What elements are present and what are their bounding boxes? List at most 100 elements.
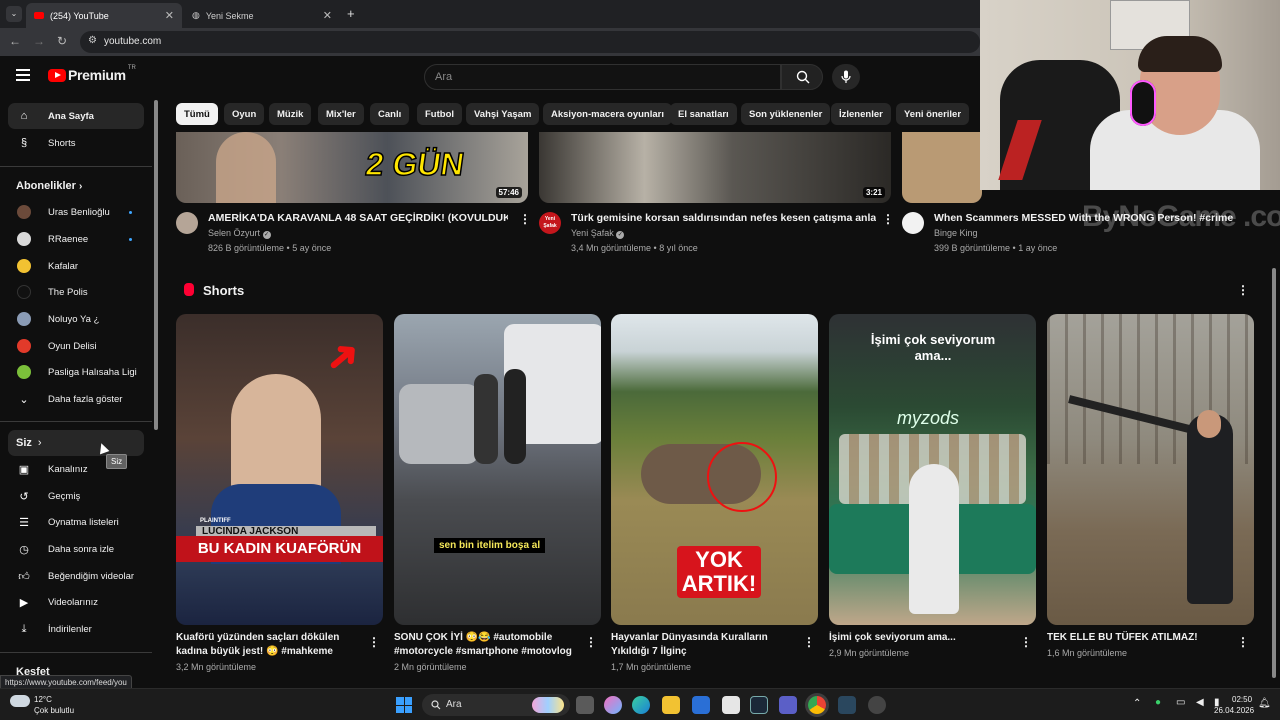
sidebar-item-subscription[interactable]: RRaenee — [8, 226, 144, 252]
video-thumbnail[interactable] — [902, 132, 982, 203]
channel-avatar[interactable] — [176, 212, 198, 234]
new-tab-button[interactable]: + — [347, 6, 355, 21]
more-options-icon[interactable]: ⋮ — [882, 213, 894, 225]
more-options-icon[interactable]: ⋮ — [1020, 636, 1032, 648]
sidebar-item-subscription[interactable]: Kafalar — [8, 253, 144, 279]
edge-icon[interactable] — [632, 696, 650, 714]
clock-date[interactable]: 26.04.2026 — [1214, 706, 1254, 715]
short-thumbnail[interactable]: ➜ PLAINTIFF LUCINDA JACKSON BU KADIN KUA… — [176, 314, 383, 625]
sidebar-item-liked-videos[interactable]: 👍︎ Beğendiğim videolar — [8, 563, 144, 589]
video-title[interactable]: AMERİKA'DA KARAVANLA 48 SAAT GEÇİRDİK! (… — [208, 212, 508, 224]
sidebar-item-shorts[interactable]: § Shorts — [8, 130, 144, 156]
sidebar-item-subscription[interactable]: Noluyo Ya ¿ — [8, 306, 144, 332]
store-icon[interactable] — [722, 696, 740, 714]
chip-wildlife[interactable]: Vahşi Yaşam — [466, 103, 540, 125]
notification-bell-icon[interactable]: 🔔︎ — [1258, 698, 1271, 709]
url-text: youtube.com — [104, 36, 162, 47]
voice-search-button[interactable] — [832, 64, 860, 90]
app-icon[interactable] — [868, 696, 886, 714]
volume-icon[interactable]: ◀ — [1196, 697, 1204, 708]
back-icon[interactable]: ← — [9, 34, 21, 48]
more-options-icon[interactable]: ⋮ — [519, 213, 531, 225]
tab-youtube[interactable]: (254) YouTube ✕ — [26, 3, 182, 28]
chip-crafts[interactable]: El sanatları — [670, 103, 737, 125]
more-options-icon[interactable]: ⋮ — [368, 636, 380, 648]
copilot-icon[interactable] — [604, 696, 622, 714]
steam-app-icon[interactable] — [838, 696, 856, 714]
weather-temp[interactable]: 12°C — [34, 695, 52, 704]
page-scrollbar[interactable] — [1272, 268, 1276, 678]
short-title[interactable]: SONU ÇOK İYİ 😳😂 #automobile #motorcycle … — [394, 631, 579, 659]
chip-all[interactable]: Tümü — [176, 103, 218, 125]
channel-avatar[interactable]: Yeni Şafak — [539, 212, 561, 234]
short-title[interactable]: TEK ELLE BU TÜFEK ATILMAZ! — [1047, 631, 1232, 645]
chip-action-adventure[interactable]: Aksiyon-macera oyunları — [543, 103, 672, 125]
chip-live[interactable]: Canlı — [370, 103, 410, 125]
reload-icon[interactable]: ↻ — [57, 34, 67, 48]
weather-icon[interactable] — [10, 695, 30, 707]
short-thumbnail[interactable] — [1047, 314, 1254, 625]
chip-gaming[interactable]: Oyun — [224, 103, 265, 125]
sidebar-item-subscription[interactable]: Pasliga Halısaha Ligi — [8, 359, 144, 385]
chip-new-to-you[interactable]: Yeni öneriler — [896, 103, 970, 125]
steam-icon[interactable] — [750, 696, 768, 714]
close-tab-icon[interactable]: ✕ — [165, 9, 174, 22]
taskbar-search[interactable]: Ara — [422, 694, 570, 716]
youtube-premium-logo[interactable]: Premium TR — [48, 65, 136, 83]
sidebar-item-home[interactable]: ⌂ Ana Sayfa — [8, 103, 144, 129]
search-input[interactable] — [425, 65, 780, 89]
clock-time[interactable]: 02:50 — [1232, 695, 1252, 704]
task-view-icon[interactable] — [576, 696, 594, 714]
shorts-more-options-icon[interactable]: ⋮ — [1237, 284, 1249, 296]
network-icon[interactable]: ▭ — [1176, 697, 1185, 708]
tab-new-tab[interactable]: ◍ Yeni Sekme ✕ — [184, 3, 340, 28]
url-bar[interactable]: ⚙ youtube.com — [80, 31, 980, 53]
chip-watched[interactable]: İzlenenler — [831, 103, 891, 125]
short-thumbnail[interactable]: sen bin itelim boşa al — [394, 314, 601, 625]
short-title[interactable]: Hayvanlar Dünyasında Kuralların Yıkıldığ… — [611, 631, 796, 659]
sidebar-item-your-videos[interactable]: ▶ Videolarınız — [8, 589, 144, 615]
site-info-icon[interactable]: ⚙ — [88, 35, 97, 46]
search-button[interactable] — [781, 64, 823, 90]
sidebar-item-watch-later[interactable]: ◷ Daha sonra izle — [8, 536, 144, 562]
sidebar-item-history[interactable]: ↺ Geçmiş — [8, 483, 144, 509]
short-thumbnail[interactable]: YOK ARTIK! — [611, 314, 818, 625]
sidebar-item-subscription[interactable]: Oyun Delisi — [8, 333, 144, 359]
more-options-icon[interactable]: ⋮ — [585, 636, 597, 648]
sidebar-item-you[interactable]: Siz › — [8, 430, 144, 456]
mail-icon[interactable] — [692, 696, 710, 714]
close-tab-icon[interactable]: ✕ — [323, 9, 332, 22]
sidebar-item-subscription[interactable]: Uras Benlioğlu — [8, 199, 144, 225]
more-options-icon[interactable]: ⋮ — [803, 636, 815, 648]
sidebar-scrollbar[interactable] — [154, 100, 158, 430]
tab-list-dropdown-icon[interactable]: ⌄ — [6, 6, 22, 22]
channel-name[interactable]: Binge King — [934, 228, 978, 238]
more-options-icon[interactable]: ⋮ — [1237, 636, 1249, 648]
channel-avatar[interactable] — [902, 212, 924, 234]
chrome-icon[interactable] — [808, 696, 826, 714]
video-thumbnail[interactable]: 2 GÜN 57:46 — [176, 132, 528, 203]
subscriptions-heading[interactable]: Abonelikler › — [16, 180, 82, 192]
sidebar-item-subscription[interactable]: The Polis — [8, 279, 144, 305]
show-more-button[interactable]: ⌄ Daha fazla göster — [8, 386, 144, 412]
chip-football[interactable]: Futbol — [417, 103, 463, 125]
video-title[interactable]: Türk gemisine korsan saldırısından nefes… — [571, 212, 876, 224]
short-title[interactable]: Kuaförü yüzünden saçları dökülen kadına … — [176, 631, 361, 659]
chip-mixes[interactable]: Mix'ler — [318, 103, 364, 125]
windows-start-icon[interactable] — [396, 697, 412, 713]
short-thumbnail[interactable]: İşimi çok seviyorum ama... myzods — [829, 314, 1036, 625]
teams-icon[interactable] — [779, 696, 797, 714]
menu-icon[interactable] — [16, 69, 30, 81]
video-thumbnail[interactable]: 3:21 — [539, 132, 891, 203]
forward-icon[interactable]: → — [33, 34, 45, 48]
chip-music[interactable]: Müzik — [269, 103, 312, 125]
channel-name[interactable]: Yeni Şafak ✓ — [571, 228, 625, 239]
channel-name[interactable]: Selen Özyurt ✓ — [208, 228, 271, 239]
microphone-tray-icon[interactable]: ● — [1155, 697, 1161, 708]
chevron-up-icon[interactable]: ⌃ — [1133, 698, 1141, 709]
chip-recently-uploaded[interactable]: Son yüklenenler — [741, 103, 831, 125]
short-title[interactable]: İşimi çok seviyorum ama... — [829, 631, 1014, 645]
sidebar-item-playlists[interactable]: ☰ Oynatma listeleri — [8, 509, 144, 535]
sidebar-item-downloads[interactable]: ⤓ İndirilenler — [8, 616, 144, 642]
file-explorer-icon[interactable] — [662, 696, 680, 714]
